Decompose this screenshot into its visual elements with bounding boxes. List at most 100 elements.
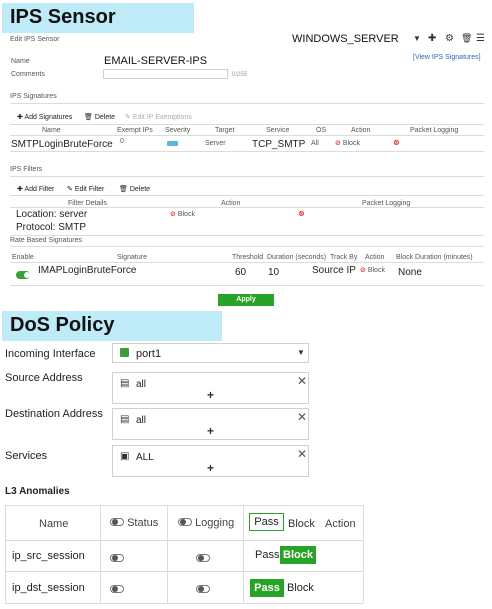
incoming-interface-value: port1 xyxy=(136,348,162,360)
name-field[interactable]: EMAIL-SERVER-IPS xyxy=(104,55,207,67)
signature-exempt: 0 xyxy=(120,138,124,145)
sensor-select-value: WINDOWS_SERVER xyxy=(292,33,399,45)
col-logging[interactable]: Logging xyxy=(178,517,234,529)
status-toggle[interactable] xyxy=(110,585,124,593)
view-ips-signatures-link[interactable]: [View IPS Signatures] xyxy=(413,54,481,61)
pass-button[interactable]: Pass xyxy=(250,579,284,597)
col-signature: Signature xyxy=(117,254,147,261)
rate-block-duration: None xyxy=(398,267,422,278)
col-status[interactable]: Status xyxy=(110,517,158,529)
destination-address-field[interactable]: ▤ all ✕ + xyxy=(112,408,309,440)
delete-filter-button[interactable]: 🗑 Delete xyxy=(119,185,150,193)
ips-sensor-header: IPS Sensor xyxy=(2,3,194,33)
add-icon[interactable]: + xyxy=(207,424,214,438)
port-icon xyxy=(120,348,129,357)
pass-button[interactable]: Pass xyxy=(255,549,279,561)
col-threshold: Threshold xyxy=(232,254,264,261)
filter-action-label: Block xyxy=(177,211,195,218)
add-icon[interactable]: + xyxy=(207,461,214,475)
settings-icon[interactable]: ⚙ xyxy=(445,33,454,44)
col-action: Action xyxy=(351,127,371,134)
rate-row[interactable]: IMAPLoginBruteForce 60 10 Source IP ⊘ Bl… xyxy=(10,262,484,282)
col-track-by: Track By xyxy=(330,254,358,261)
signature-row[interactable]: SMTPLoginBruteForce 0 Server TCP_SMTP Al… xyxy=(10,137,484,151)
block-button[interactable]: Block xyxy=(287,582,314,594)
logging-toggle[interactable] xyxy=(196,554,211,562)
dos-policy-header: DoS Policy xyxy=(2,311,222,341)
anomaly-name: ip_src_session xyxy=(12,550,85,562)
filter-action: ⊘ Block xyxy=(170,210,195,218)
status-toggle[interactable] xyxy=(110,554,124,562)
comments-label: Comments xyxy=(11,71,45,78)
add-filter-label: Add Filter xyxy=(24,186,55,193)
edit-filter-button[interactable]: ✎ Edit Filter xyxy=(67,185,104,193)
delete-signature-button[interactable]: 🗑 Delete xyxy=(84,113,115,121)
ips-sensor-header-text: IPS Sensor xyxy=(10,6,116,28)
add-sensor-icon[interactable]: ✚ xyxy=(428,33,436,44)
add-filter-button[interactable]: ✚ Add Filter xyxy=(17,185,54,193)
close-icon[interactable]: ✕ xyxy=(297,374,307,388)
add-signatures-button[interactable]: ✚ Add Signatures xyxy=(17,113,72,121)
chevron-down-icon: ▼ xyxy=(297,348,305,357)
comments-field[interactable] xyxy=(103,69,228,79)
signature-os: All xyxy=(311,140,319,147)
block-icon: ⊘ xyxy=(335,140,341,147)
source-address-label: Source Address xyxy=(5,372,83,384)
signature-action-label: Block xyxy=(342,140,360,147)
logging-toggle[interactable] xyxy=(196,585,211,593)
pass-all-button[interactable]: Pass xyxy=(249,513,284,531)
ips-filters-title: IPS Filters xyxy=(10,166,43,173)
apply-button[interactable]: Apply xyxy=(218,294,274,306)
source-address-value: all xyxy=(136,379,147,390)
incoming-interface-select[interactable]: port1 ▼ xyxy=(112,343,309,363)
dos-policy-header-text: DoS Policy xyxy=(10,314,115,336)
name-label: Name xyxy=(11,58,30,65)
block-button[interactable]: Block xyxy=(280,546,316,564)
incoming-interface-label: Incoming Interface xyxy=(5,348,96,360)
col-severity: Severity xyxy=(165,127,191,134)
rate-signature: IMAPLoginBruteForce xyxy=(38,265,137,276)
block-all-button[interactable]: Block xyxy=(288,518,315,530)
sensor-select[interactable]: WINDOWS_SERVER xyxy=(292,33,399,45)
rate-enable-toggle[interactable] xyxy=(16,271,30,279)
logging-all-toggle[interactable] xyxy=(178,518,192,526)
col-anomaly-name: Name xyxy=(39,518,69,530)
rate-track-by: Source IP xyxy=(312,265,356,276)
destination-address-value: all xyxy=(136,415,147,426)
col-status-label: Status xyxy=(127,517,159,529)
rate-block-icon: ⊘ xyxy=(360,267,366,274)
signature-action: ⊘ Block xyxy=(335,139,360,147)
sensor-select-chevron-icon[interactable]: ▼ xyxy=(413,34,421,43)
trash-icon[interactable]: 🗑 xyxy=(461,33,472,44)
col-rate-action: Action xyxy=(365,254,385,261)
filter-block-icon: ⊘ xyxy=(170,211,176,218)
col-name: Name xyxy=(42,127,61,134)
services-field[interactable]: ▣ ALL ✕ + xyxy=(112,445,309,477)
service-icon: ▣ xyxy=(120,451,130,462)
ips-signatures-title: IPS Signatures xyxy=(10,93,57,100)
col-packet-logging: Packet Logging xyxy=(410,127,459,134)
col-block-duration: Block Duration (minutes) xyxy=(396,254,473,261)
anomaly-row[interactable]: ip_dst_session Pass Block xyxy=(5,572,363,603)
col-anomaly-action: Action xyxy=(325,518,356,530)
status-all-toggle[interactable] xyxy=(110,518,124,526)
close-icon[interactable]: ✕ xyxy=(297,447,307,461)
rate-based-title: Rate Based Signatures xyxy=(10,237,82,244)
add-icon[interactable]: + xyxy=(207,388,214,402)
close-icon[interactable]: ✕ xyxy=(297,410,307,424)
packet-logging-off-icon: ⊗ xyxy=(393,138,400,147)
delete-signature-label: Delete xyxy=(94,114,116,121)
col-filter-packet-logging: Packet Logging xyxy=(362,200,411,207)
comments-counter: 0/255 xyxy=(232,72,248,78)
address-icon: ▤ xyxy=(120,414,130,425)
l3-anomalies-title: L3 Anomalies xyxy=(5,486,70,497)
filter-row[interactable]: Location: server Protocol: SMTP ⊘ Block … xyxy=(10,207,484,235)
col-service: Service xyxy=(266,127,290,134)
edit-exemption-button[interactable]: ✎ Edit IP Exemptions xyxy=(125,113,192,121)
list-icon[interactable]: ☰ xyxy=(476,33,485,44)
col-exempt-ips: Exempt IPs xyxy=(117,127,153,134)
anomaly-row[interactable]: ip_src_session Pass Block xyxy=(5,541,363,571)
add-signatures-label: Add Signatures xyxy=(24,114,73,121)
source-address-field[interactable]: ▤ all ✕ + xyxy=(112,372,309,404)
filter-logging-off-icon: ⊗ xyxy=(298,209,305,218)
